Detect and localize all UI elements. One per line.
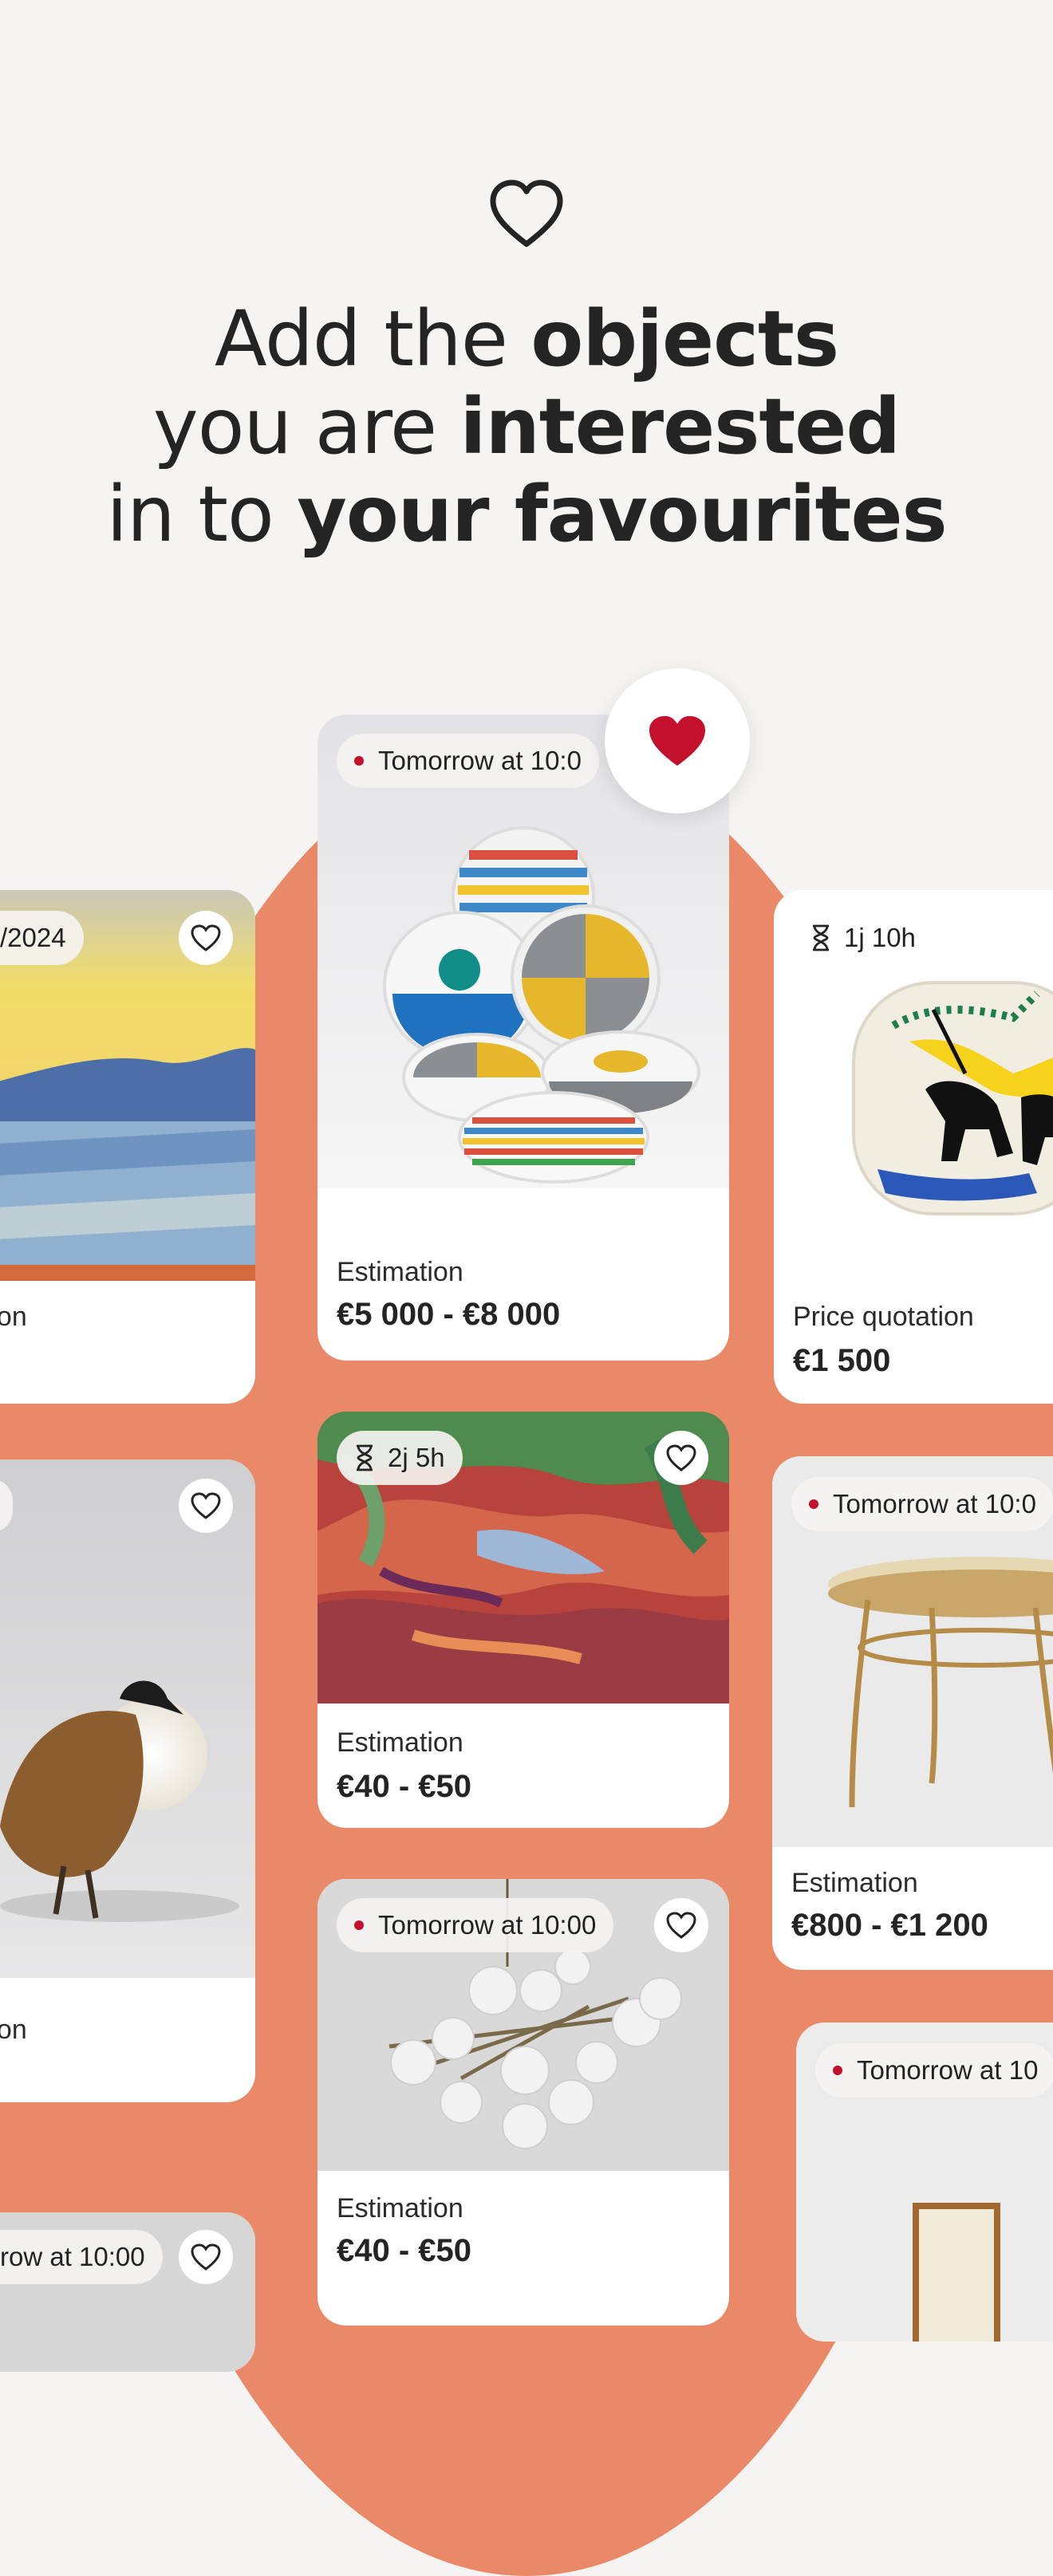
heart-outline-icon [191, 2243, 221, 2271]
auction-date-badge: Tomorrow at 10:00 [337, 1898, 614, 1952]
estimation-price: €800 - €1 200 [791, 1908, 988, 1943]
time-remaining-badge: 2j 5h [337, 1431, 463, 1485]
auction-date-badge: row at 10:00 [0, 2230, 163, 2284]
page-title: Add the objects you are interested in to… [106, 294, 947, 559]
favourite-button[interactable] [654, 1898, 708, 1952]
product-card-painting-lake[interactable]: /2024 ation [0, 890, 255, 1404]
auction-date-badge: Tomorrow at 10 [815, 2043, 1053, 2097]
estimation-label: ation [0, 1302, 27, 1332]
favourite-button-active[interactable] [605, 668, 750, 813]
estimation-price: €5 000 - €8 000 [337, 1297, 561, 1332]
favourite-button[interactable] [179, 1479, 233, 1533]
estimation-label: Estimation [791, 1868, 918, 1898]
favourite-button[interactable] [179, 911, 233, 965]
heart-outline-icon [191, 924, 221, 951]
heart-outline-icon [666, 1444, 696, 1471]
heart-outline-icon [191, 1492, 221, 1519]
auction-date-badge: Tomorrow at 10:0 [337, 734, 599, 788]
product-card-ceramic-plate[interactable]: 1j 10h Price quotation €1 500 [774, 890, 1053, 1404]
hourglass-icon [357, 1444, 373, 1471]
heart-filled-icon [649, 715, 705, 766]
time-remaining-badge: 1j 10h [793, 911, 933, 965]
estimation-label: Estimation [337, 2193, 463, 2223]
estimation-label: Estimation [337, 1727, 463, 1758]
estimation-price: €40 - €50 [337, 1769, 472, 1804]
live-dot-icon [354, 1920, 364, 1930]
estimation-label: ation [0, 2015, 27, 2045]
product-card-floor-lamp[interactable]: Tomorrow at 10 [796, 2023, 1053, 2342]
product-card-round-table[interactable]: Tomorrow at 10:0 Estimation €800 - €1 20… [772, 1456, 1053, 1970]
product-card-chandelier[interactable]: Tomorrow at 10:00 Estimation €40 - €50 [317, 1879, 729, 2326]
product-card-partial[interactable]: row at 10:00 [0, 2212, 255, 2372]
product-card-bird-lamp[interactable]: ation [0, 1459, 255, 2102]
heart-outline-icon [666, 1912, 696, 1939]
live-dot-icon [833, 2066, 842, 2075]
favourite-button[interactable] [179, 2230, 233, 2284]
hourglass-icon [813, 924, 829, 951]
favourite-button[interactable] [654, 1431, 708, 1485]
auction-date-badge: Tomorrow at 10:0 [791, 1477, 1053, 1531]
auction-date-badge: /2024 [0, 911, 84, 965]
live-dot-icon [809, 1499, 818, 1509]
product-card-red-painting[interactable]: 2j 5h Estimation €40 - €50 [317, 1412, 729, 1828]
bird-lamp-image [0, 1459, 255, 1978]
estimation-price: €40 - €50 [337, 2233, 472, 2268]
estimation-label: Estimation [337, 1257, 463, 1287]
live-dot-icon [354, 756, 364, 766]
price-quotation-value: €1 500 [793, 1343, 891, 1378]
heart-outline-icon [490, 179, 563, 247]
price-quotation-label: Price quotation [793, 1302, 974, 1332]
